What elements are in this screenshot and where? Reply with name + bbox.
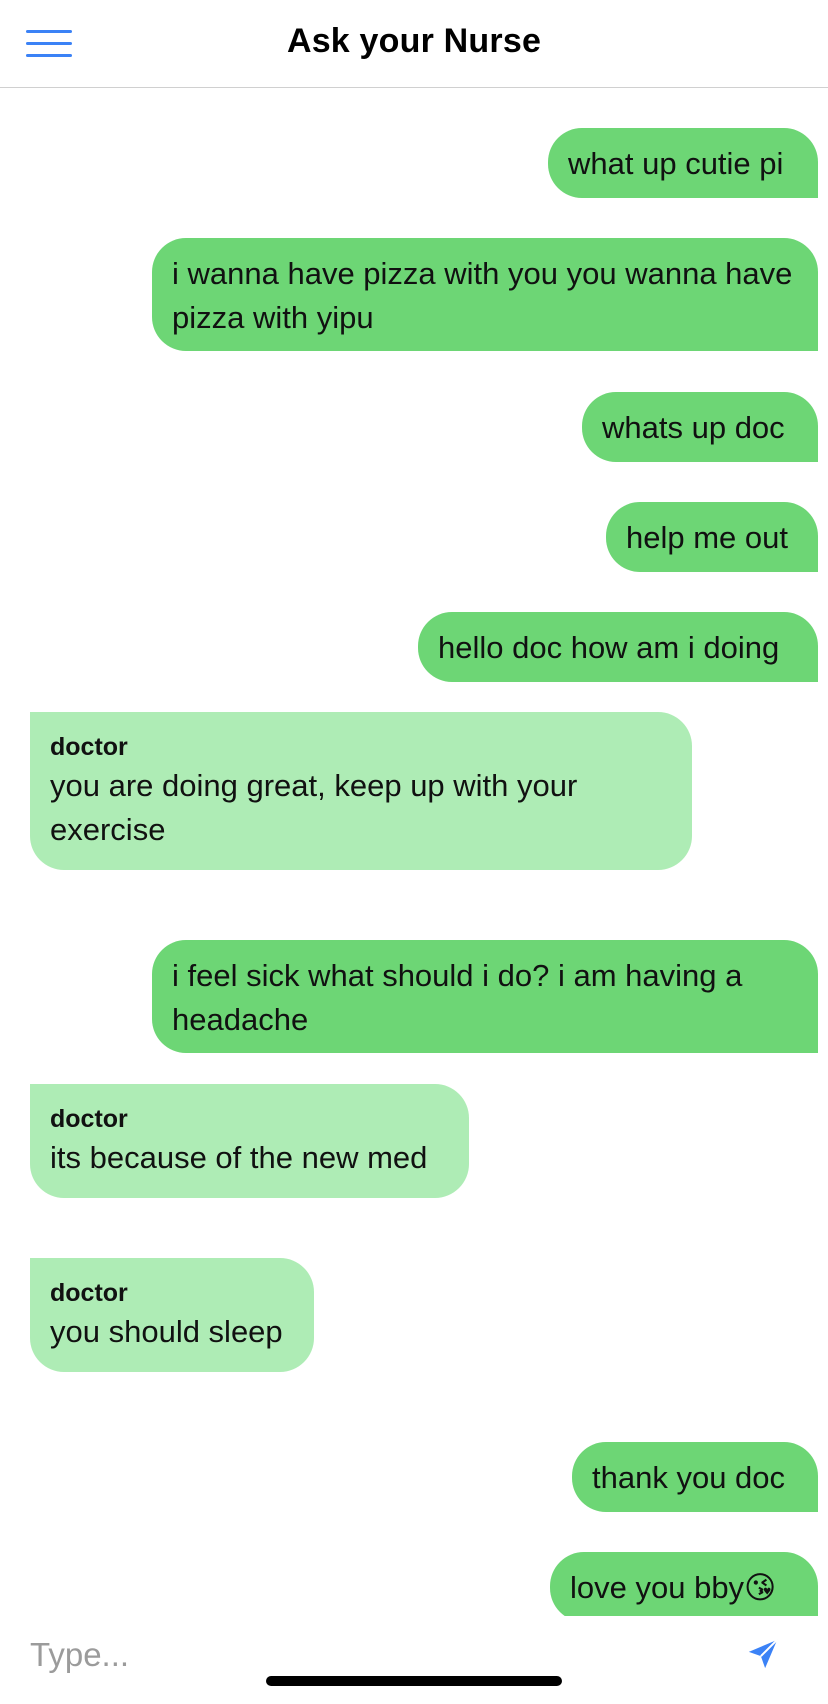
message-text: you should sleep — [50, 1314, 283, 1349]
page-title: Ask your Nurse — [286, 22, 542, 60]
message-text: i feel sick what should i do? i am havin… — [172, 958, 743, 1037]
outgoing-message: help me out — [606, 502, 818, 572]
chat-screen: Ask your Nurse what up cutie pi i wanna … — [0, 0, 828, 1704]
message-text: help me out — [626, 520, 788, 555]
sender-name: doctor — [50, 1279, 128, 1307]
outgoing-message: love you bby😘 — [550, 1552, 818, 1616]
message-composer — [0, 1617, 828, 1704]
outgoing-message: i wanna have pizza with you you wanna ha… — [152, 238, 818, 351]
app-header: Ask your Nurse — [0, 0, 828, 88]
outgoing-message: i feel sick what should i do? i am havin… — [152, 940, 818, 1053]
message-text: you are doing great, keep up with your e… — [50, 768, 578, 847]
sender-name: doctor — [50, 733, 128, 761]
sender-name: doctor — [50, 1105, 128, 1133]
message-text: thank you doc — [592, 1460, 786, 1495]
outgoing-message: whats up doc — [582, 392, 818, 462]
message-text: i wanna have pizza with you you wanna ha… — [172, 256, 793, 335]
incoming-message: doctor you should sleep — [30, 1258, 314, 1372]
message-input[interactable] — [30, 1631, 710, 1679]
send-icon-graphic — [748, 1639, 778, 1669]
message-list[interactable]: what up cutie pi i wanna have pizza with… — [0, 88, 828, 1616]
message-text: what up cutie pi — [568, 146, 784, 181]
message-text: its because of the new med — [50, 1140, 428, 1175]
incoming-message: doctor its because of the new med — [30, 1084, 469, 1198]
message-text: love you bby😘 — [570, 1570, 777, 1605]
message-text: whats up doc — [602, 410, 785, 445]
send-icon[interactable] — [746, 1637, 780, 1671]
outgoing-message: what up cutie pi — [548, 128, 818, 198]
home-indicator — [266, 1676, 562, 1686]
outgoing-message: hello doc how am i doing — [418, 612, 818, 682]
outgoing-message: thank you doc — [572, 1442, 818, 1512]
incoming-message: doctor you are doing great, keep up with… — [30, 712, 692, 870]
message-text: hello doc how am i doing — [438, 630, 780, 665]
